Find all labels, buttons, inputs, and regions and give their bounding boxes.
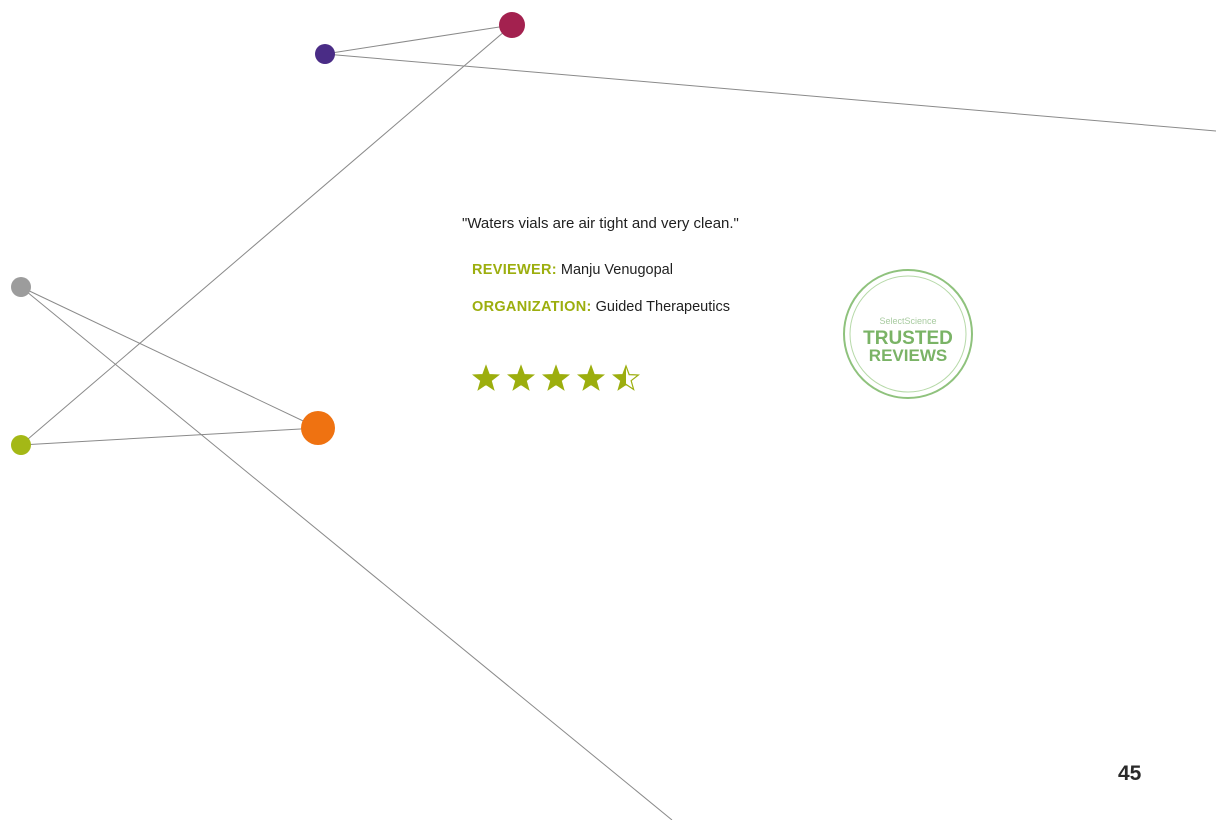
network-decoration [11, 12, 1216, 820]
node-purple [315, 44, 335, 64]
organization-name: Guided Therapeutics [595, 299, 731, 315]
organization-label: ORGANIZATION: [472, 299, 592, 315]
connector-line [20, 427, 319, 446]
badge-line2: REVIEWS [869, 346, 947, 365]
node-lime [11, 435, 31, 455]
star-filled-icon [578, 366, 604, 390]
trusted-reviews-badge: SelectScience TRUSTED REVIEWS [843, 269, 973, 399]
star-filled-icon [543, 366, 569, 390]
review-quote: "Waters vials are air tight and very cle… [462, 215, 739, 232]
star-filled-icon [508, 366, 534, 390]
organization-line: ORGANIZATION: Guided Therapeutics [472, 299, 730, 315]
reviewer-name: Manju Venugopal [560, 262, 673, 278]
star-filled-icon [473, 366, 499, 390]
node-gray [11, 277, 31, 297]
star-rating [472, 364, 641, 391]
page-number: 45 [1118, 762, 1142, 785]
node-magenta [499, 12, 525, 38]
badge-top-text: SelectScience [879, 316, 936, 326]
reviewer-line: REVIEWER: Manju Venugopal [472, 262, 673, 278]
connector-line [324, 53, 1216, 132]
reviewer-label: REVIEWER: [472, 262, 557, 278]
connector-line [20, 24, 513, 446]
node-orange [301, 411, 335, 445]
